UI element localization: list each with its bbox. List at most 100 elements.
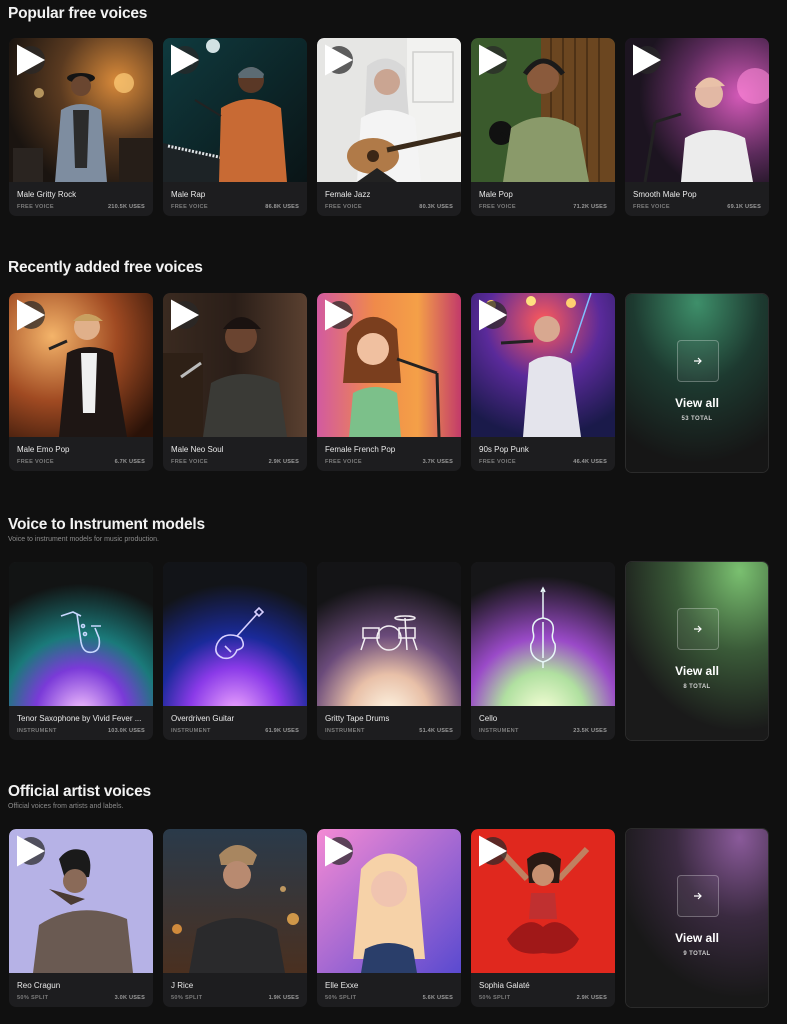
instrument-cover-image <box>9 562 153 706</box>
play-button[interactable] <box>17 299 45 331</box>
voice-card[interactable]: Smooth Male Pop FREE VOICE 69.1K USES <box>625 38 769 216</box>
voice-card[interactable]: Male Neo Soul FREE VOICE 2.9K USES <box>163 293 307 471</box>
instrument-type: INSTRUMENT <box>17 728 57 734</box>
voice-type: FREE VOICE <box>17 204 54 210</box>
view-all-arrow-button[interactable] <box>677 340 719 382</box>
voice-type: FREE VOICE <box>325 204 362 210</box>
voice-uses: 6.7K USES <box>114 459 145 465</box>
play-button[interactable] <box>325 835 353 867</box>
artist-name: Sophia Galaté <box>479 981 530 990</box>
artist-cover-image <box>163 829 307 973</box>
instrument-uses: 61.9K USES <box>265 728 299 734</box>
voice-card[interactable]: 90s Pop Punk FREE VOICE 46.4K USES <box>471 293 615 471</box>
voice-type: FREE VOICE <box>479 204 516 210</box>
voice-cover-image <box>317 293 461 437</box>
voice-card[interactable]: Male Emo Pop FREE VOICE 6.7K USES <box>9 293 153 471</box>
play-icon <box>17 44 45 76</box>
artist-uses: 3.0K USES <box>114 995 145 1001</box>
artist-card[interactable]: Reo Cragun 50% SPLIT 3.0K USES <box>9 829 153 1007</box>
voice-card[interactable]: Male Pop FREE VOICE 71.2K USES <box>471 38 615 216</box>
artist-split: 50% SPLIT <box>479 995 511 1001</box>
view-all-label: View all <box>675 931 719 945</box>
instrument-card[interactable]: Gritty Tape Drums INSTRUMENT 51.4K USES <box>317 562 461 740</box>
play-button[interactable] <box>479 44 507 76</box>
voice-name: Female Jazz <box>325 190 371 199</box>
play-button[interactable] <box>171 299 199 331</box>
arrow-right-icon <box>694 357 702 365</box>
artist-card[interactable]: Elle Exxe 50% SPLIT 5.6K USES <box>317 829 461 1007</box>
play-icon <box>325 835 353 867</box>
voice-card[interactable]: Male Rap FREE VOICE 86.8K USES <box>163 38 307 216</box>
voice-cover-image <box>471 293 615 437</box>
voice-cover-image <box>163 293 307 437</box>
instrument-card[interactable]: Cello INSTRUMENT 23.5K USES <box>471 562 615 740</box>
view-all-arrow-button[interactable] <box>677 875 719 917</box>
voice-card[interactable]: Male Gritty Rock FREE VOICE 210.5K USES <box>9 38 153 216</box>
instrument-type: INSTRUMENT <box>479 728 519 734</box>
instrument-cover-image <box>471 562 615 706</box>
section-recently-added-free-voices: Recently added free voices Male Emo Pop … <box>0 258 787 488</box>
voice-uses: 3.7K USES <box>422 459 453 465</box>
play-button[interactable] <box>479 299 507 331</box>
play-button[interactable] <box>171 44 199 76</box>
instrument-name: Overdriven Guitar <box>171 714 235 723</box>
view-all-card[interactable]: View all 53 TOTAL <box>625 293 769 473</box>
play-button[interactable] <box>325 44 353 76</box>
artist-split: 50% SPLIT <box>17 995 49 1001</box>
instrument-cover-image <box>163 562 307 706</box>
voice-uses: 71.2K USES <box>573 204 607 210</box>
view-all-total: 9 TOTAL <box>683 951 711 957</box>
artist-cover-image <box>9 829 153 973</box>
section-title: Official artist voices <box>8 783 151 800</box>
voice-name: Smooth Male Pop <box>633 190 697 199</box>
artist-uses: 1.9K USES <box>268 995 299 1001</box>
artist-cover-image <box>317 829 461 973</box>
artist-card[interactable]: J Rice 50% SPLIT 1.9K USES <box>163 829 307 1007</box>
play-button[interactable] <box>479 835 507 867</box>
view-all-card[interactable]: View all 9 TOTAL <box>625 828 769 1008</box>
voice-cover-image <box>625 38 769 182</box>
arrow-right-icon <box>694 625 702 633</box>
voice-type: FREE VOICE <box>171 459 208 465</box>
play-icon <box>171 44 199 76</box>
view-all-card[interactable]: View all 8 TOTAL <box>625 561 769 741</box>
voice-name: Female French Pop <box>325 445 396 454</box>
voice-cover-image <box>317 38 461 182</box>
voice-name: Male Pop <box>479 190 513 199</box>
instrument-cover-image <box>317 562 461 706</box>
voice-card[interactable]: Female French Pop FREE VOICE 3.7K USES <box>317 293 461 471</box>
play-icon <box>17 835 45 867</box>
view-all-arrow-button[interactable] <box>677 608 719 650</box>
section-official-artist-voices: Official artist voices Official voices f… <box>0 783 787 1024</box>
artist-name: J Rice <box>171 981 194 990</box>
artist-split: 50% SPLIT <box>325 995 357 1001</box>
section-title: Voice to Instrument models <box>8 516 205 533</box>
voice-cover-image <box>9 293 153 437</box>
voice-type: FREE VOICE <box>325 459 362 465</box>
instrument-type: INSTRUMENT <box>325 728 365 734</box>
section-title: Popular free voices <box>8 5 148 22</box>
voice-name: Male Neo Soul <box>171 445 224 454</box>
voice-card[interactable]: Female Jazz FREE VOICE 80.3K USES <box>317 38 461 216</box>
instrument-name: Cello <box>479 714 498 723</box>
play-button[interactable] <box>325 299 353 331</box>
instrument-card[interactable]: Overdriven Guitar INSTRUMENT 61.9K USES <box>163 562 307 740</box>
instrument-card[interactable]: Tenor Saxophone by Vivid Fever ... INSTR… <box>9 562 153 740</box>
artist-card[interactable]: Sophia Galaté 50% SPLIT 2.9K USES <box>471 829 615 1007</box>
arrow-right-icon <box>694 892 702 900</box>
voice-type: FREE VOICE <box>479 459 516 465</box>
play-icon <box>479 44 507 76</box>
play-button[interactable] <box>17 835 45 867</box>
voice-name: Male Rap <box>171 190 206 199</box>
voice-cover-image <box>163 38 307 182</box>
play-button[interactable] <box>633 44 661 76</box>
artist-name: Elle Exxe <box>325 981 359 990</box>
voice-uses: 46.4K USES <box>573 459 607 465</box>
play-icon <box>633 44 661 76</box>
voice-uses: 210.5K USES <box>107 204 145 210</box>
play-button[interactable] <box>17 44 45 76</box>
instrument-uses: 103.0K USES <box>107 728 145 734</box>
voice-type: FREE VOICE <box>633 204 670 210</box>
view-all-label: View all <box>675 396 719 410</box>
artist-uses: 2.9K USES <box>576 995 607 1001</box>
